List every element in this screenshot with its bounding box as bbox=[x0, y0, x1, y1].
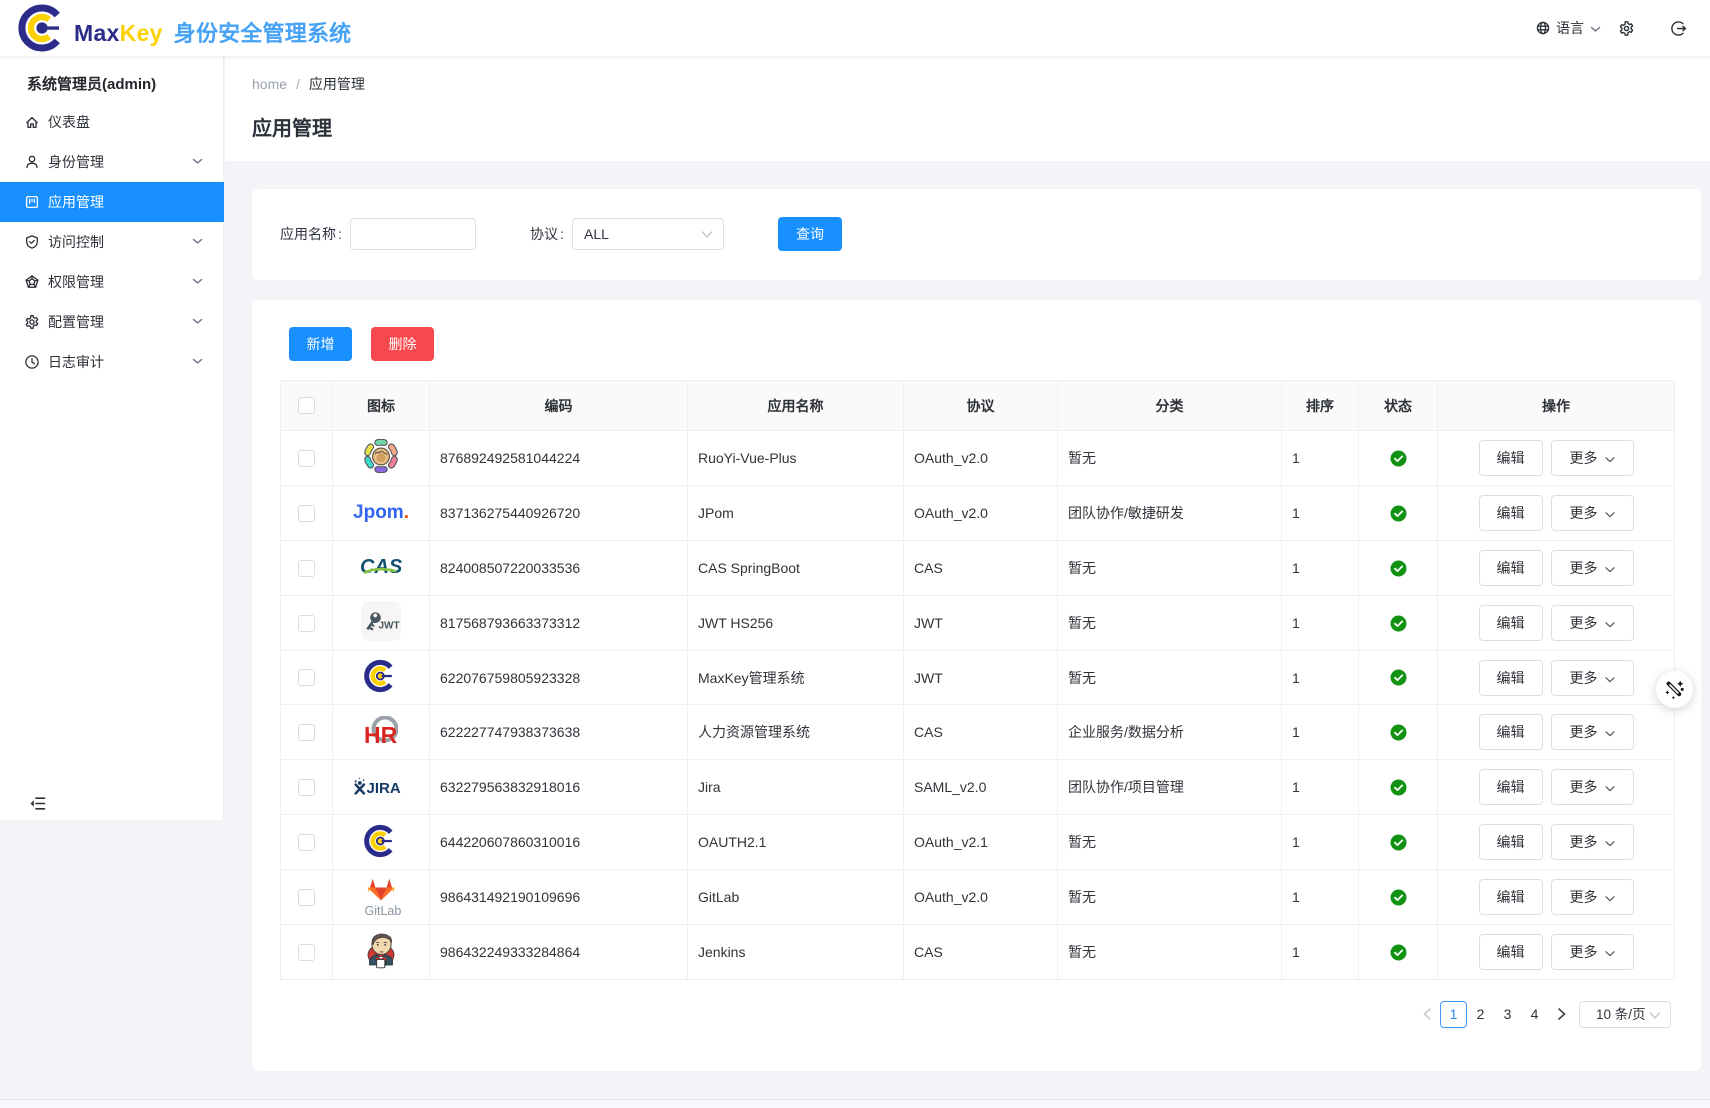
svg-text:GitLab: GitLab bbox=[365, 904, 402, 918]
svg-text:CAS: CAS bbox=[360, 556, 403, 578]
svg-text:JIRA: JIRA bbox=[367, 780, 401, 797]
svg-text:HR: HR bbox=[364, 722, 398, 745]
svg-text:JWT: JWT bbox=[379, 621, 400, 632]
